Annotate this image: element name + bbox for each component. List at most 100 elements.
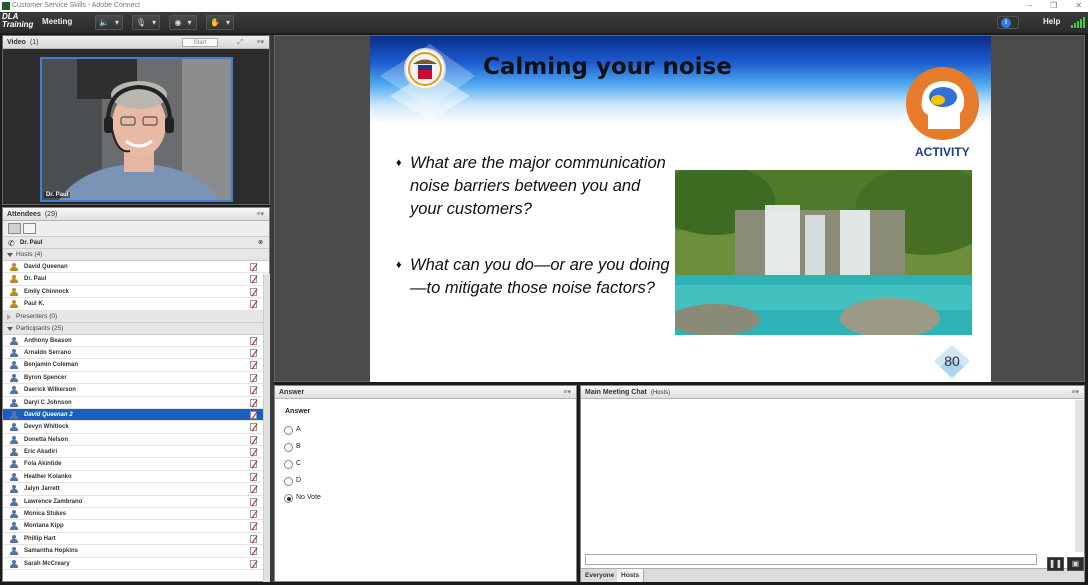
poll-option-radio[interactable]: D [284,475,301,487]
mic-muted-icon [250,287,257,296]
host-row[interactable]: Paul K. [3,298,269,311]
tab-hosts[interactable]: Hosts [617,569,645,582]
poll-option-radio[interactable]: C [284,458,301,470]
info-icon: i [1001,18,1011,28]
user-icon [10,497,18,506]
presentation-slide: Calming your noise ACTIVITY ♦ What are th… [370,36,991,382]
attendee-name: Emily Chinnock [24,288,70,295]
tab-everyone[interactable]: Everyone [581,569,620,582]
user-icon [10,547,18,556]
attendee-name: Benjamin Coleman [24,362,79,369]
participant-row[interactable]: Heather Kolanko [3,471,269,484]
user-icon [10,460,18,469]
help-menu[interactable]: Help [1043,17,1060,26]
participant-row[interactable]: Lawrence Zambrano [3,496,269,509]
presenter-row[interactable]: ✆ Dr. Paul ⊗ [3,237,269,249]
attendee-name: Dr. Paul [24,276,47,283]
participant-row[interactable]: Eric Akadiri [3,446,269,459]
host-row[interactable]: David Queenan [3,261,269,274]
mic-muted-icon [250,534,257,543]
attendee-name: Daryl C Johnson [24,399,72,406]
user-icon [10,263,18,271]
participant-row[interactable]: Donetta Nelson [3,434,269,447]
user-icon [10,472,18,481]
chat-scope: (Hosts) [650,390,671,396]
pod-menu-icon[interactable]: ≡▾ [256,36,264,49]
participant-row[interactable]: Daryl C Johnson [3,397,269,409]
poll-option-radio[interactable]: B [284,441,301,453]
meeting-menu[interactable]: Meeting [42,17,72,26]
participant-row[interactable]: Monica Stukes [3,508,269,521]
screen-icon[interactable]: ▣ [1067,557,1084,571]
info-button[interactable]: i [997,16,1019,29]
participant-row[interactable]: Byron Spencer [3,372,269,385]
minimize-button[interactable]: – [1028,0,1032,12]
attendees-count: (29) [44,211,58,218]
close-button[interactable]: ✕ [1075,0,1082,12]
window-title: Customer Service Skills - Adobe Connect [12,2,140,9]
chat-pod: Main Meeting Chat (Hosts) ≡▾ Everyone Hos… [580,385,1085,582]
participant-row[interactable]: Sarah McCreary [3,558,269,570]
breakout-view-icon[interactable] [23,223,36,234]
attendees-scrollbar[interactable] [263,274,270,582]
webcam-button[interactable]: ◉ ▾ [169,15,197,30]
dla-seal-logo [404,48,446,90]
list-view-icon[interactable] [8,223,21,234]
user-icon [10,300,18,309]
pod-menu-icon[interactable]: ≡▾ [256,208,264,221]
chat-messages [581,400,1075,552]
pod-menu-icon[interactable]: ≡▾ [563,386,571,399]
brain-head-icon [906,67,979,140]
poll-option-radio[interactable]: No Vote [284,492,321,504]
mic-muted-icon [250,547,257,556]
attendee-name: Sarah McCreary [24,560,70,567]
restore-button[interactable]: ❐ [1050,0,1057,12]
fullscreen-icon[interactable]: ⤢ [237,36,243,49]
participant-row[interactable]: Fola Akintide [3,458,269,471]
raise-hand-button[interactable]: ✋ ▾ [206,15,234,30]
chevron-down-icon: ▾ [114,18,119,27]
presenters-group-header[interactable]: Presenters (0) [3,310,269,323]
speaker-button[interactable]: 🔈 ▾ [95,15,123,30]
user-icon [10,336,18,345]
attendee-name: David Queenan 2 [24,411,73,418]
attendee-name: Fola Akintide [24,461,62,468]
video-count: (1) [29,39,39,46]
pause-button[interactable]: ❚❚ [1047,557,1064,571]
user-icon [10,510,18,519]
participant-row[interactable]: Anthony Beason [3,335,269,347]
participant-row[interactable]: Devyn Whitlock [3,421,269,434]
chat-pod-header: Main Meeting Chat (Hosts) ≡▾ [581,386,1084,399]
attendee-name: Devyn Whitlock [24,424,69,431]
participant-row[interactable]: Arnaldo Serrano [3,347,269,360]
participant-row[interactable]: Montana Kipp [3,520,269,533]
chat-input[interactable] [585,554,1037,565]
participant-row[interactable]: Jalyn Jarrett [3,483,269,496]
participant-row[interactable]: Benjamin Coleman [3,359,269,372]
share-pod: Calming your noise ACTIVITY ♦ What are th… [274,35,1085,382]
mic-muted-icon [250,386,257,395]
waterfall-photo [675,170,972,335]
host-row[interactable]: Emily Chinnock [3,286,269,299]
mic-muted-icon [250,300,257,309]
participant-row[interactable]: Samantha Hopkins [3,545,269,558]
attendee-name: Lawrence Zambrano [24,498,83,505]
user-icon [10,485,18,494]
start-webcam-button[interactable]: Start [182,38,218,47]
pod-menu-icon[interactable]: ≡▾ [1071,386,1079,399]
attendee-name: Eric Akadiri [24,449,58,456]
user-icon [10,435,18,444]
participant-row[interactable]: Phillip Hart [3,533,269,546]
attendee-name: Byron Spencer [24,374,67,381]
hosts-group-header[interactable]: Hosts (4) [3,249,269,261]
microphone-button[interactable]: 🎙 ▾ [132,15,160,30]
presenter-name: Dr. Paul [20,240,43,246]
participant-row[interactable]: Daerick Wilkerson [3,384,269,397]
participants-group-header[interactable]: Participants (25) [3,322,269,335]
host-row[interactable]: Dr. Paul [3,273,269,286]
mic-muted-icon [250,275,257,284]
participant-row[interactable]: David Queenan 2 [3,408,269,422]
eagle-seal-icon [408,52,442,86]
chat-scrollbar[interactable] [1075,400,1084,552]
poll-option-radio[interactable]: A [284,424,301,436]
